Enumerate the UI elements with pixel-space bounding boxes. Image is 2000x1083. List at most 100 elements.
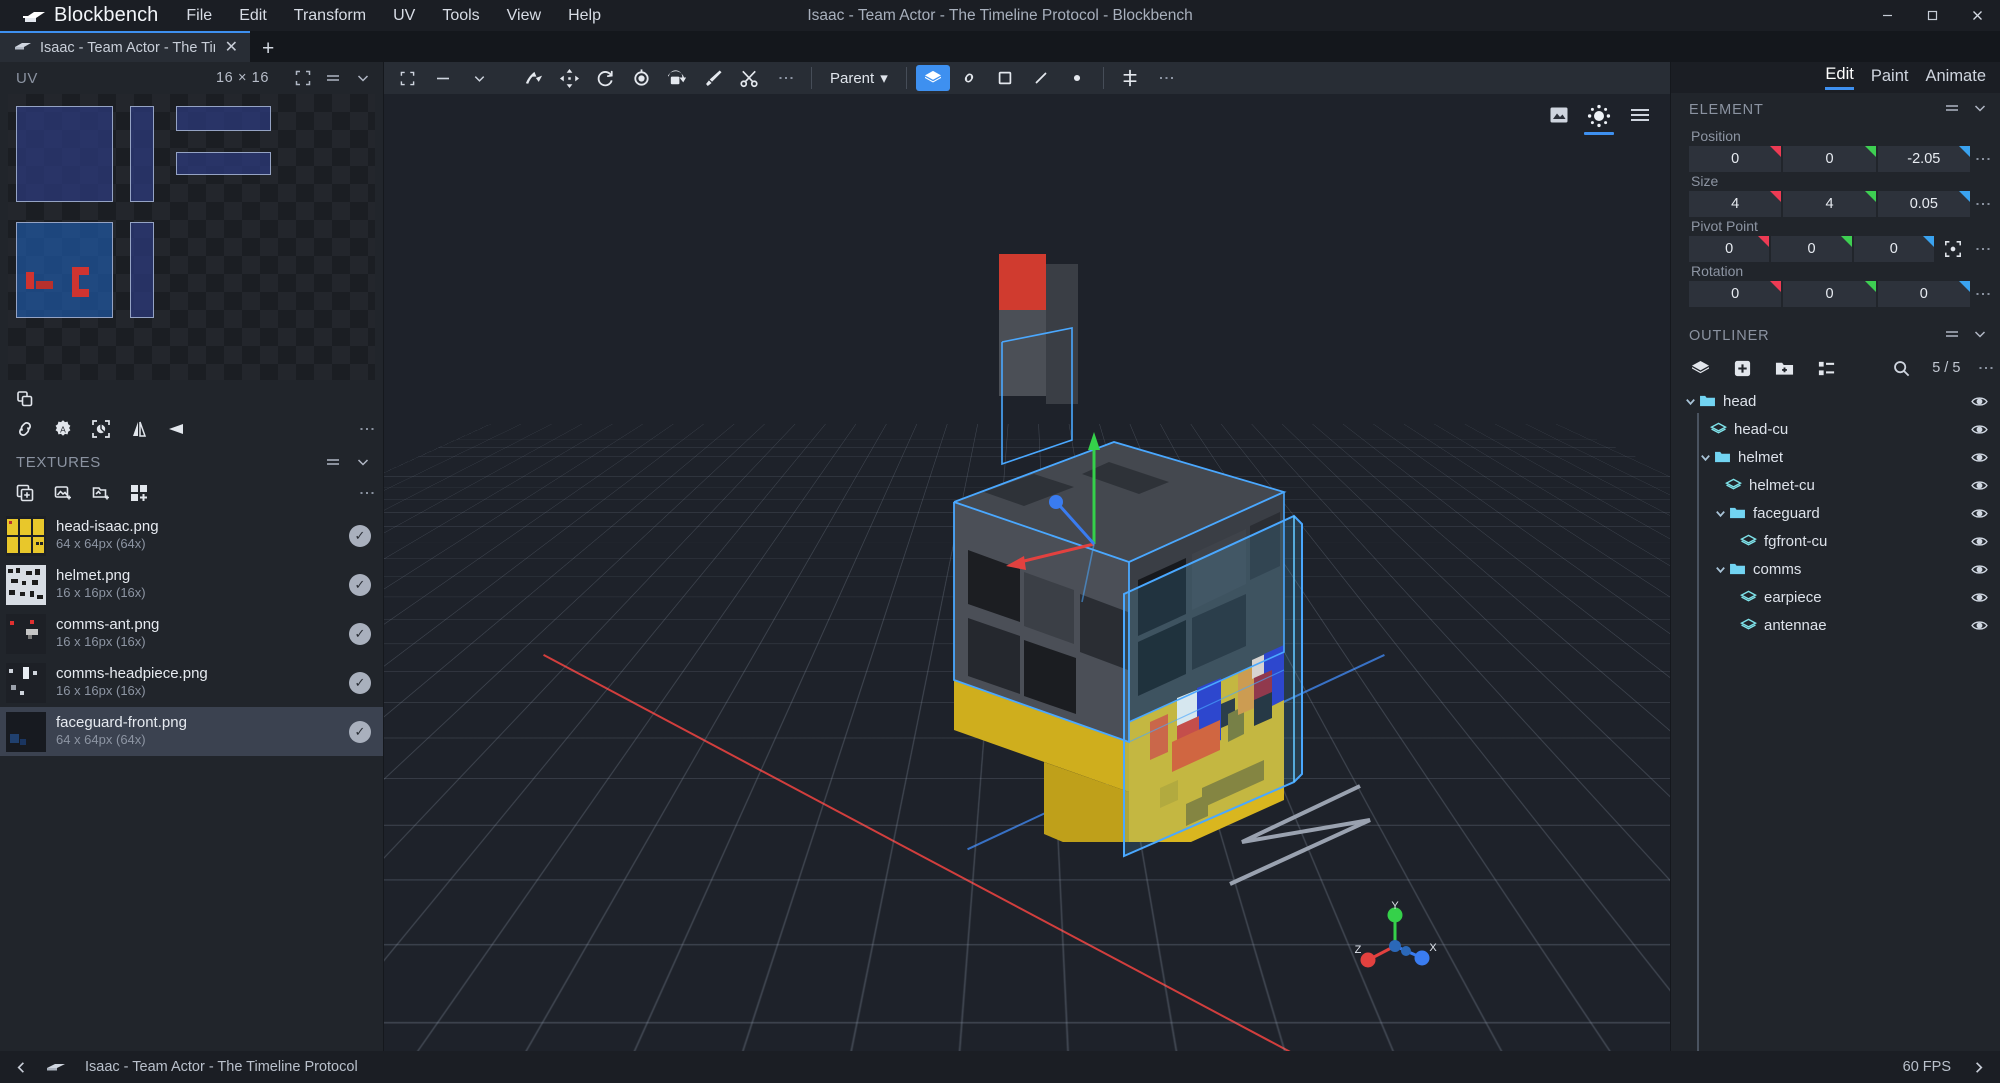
pivot-tool-icon[interactable]	[624, 65, 658, 91]
visibility-eye-icon[interactable]	[1971, 395, 1988, 408]
minimize-button[interactable]	[1865, 0, 1910, 31]
position-x-input[interactable]: 0	[1689, 146, 1782, 172]
outliner-node-earpiece[interactable]: earpiece	[1671, 583, 2000, 611]
edge-mode-icon[interactable]	[1024, 65, 1058, 91]
uv-face-rect[interactable]	[176, 106, 271, 131]
chevron-down-icon[interactable]	[355, 454, 371, 470]
brush-tool-icon[interactable]	[696, 65, 730, 91]
link-icon[interactable]	[14, 418, 36, 440]
uv-face-rect[interactable]	[16, 106, 113, 202]
swivel-tool-icon[interactable]	[660, 65, 694, 91]
outliner-node-head[interactable]: head	[1671, 387, 2000, 415]
size-x-input[interactable]: 4	[1689, 191, 1782, 217]
position-z-input[interactable]: -2.05	[1877, 146, 1970, 172]
chevron-down-icon[interactable]	[462, 65, 496, 91]
visibility-eye-icon[interactable]	[1971, 591, 1988, 604]
overflow-icon[interactable]: ⋮	[358, 485, 375, 501]
chevron-down-icon[interactable]	[1711, 507, 1729, 520]
divider-icon[interactable]	[426, 65, 460, 91]
open-folder-icon[interactable]	[90, 482, 112, 504]
orientation-gizmo[interactable]: Y X Z	[1350, 900, 1440, 991]
outliner-node-head-cu[interactable]: head-cu	[1671, 415, 2000, 443]
list-icon[interactable]	[1815, 357, 1837, 379]
position-overflow-icon[interactable]: ⋮	[1972, 151, 1992, 167]
outliner-node-antennae[interactable]: antennae	[1671, 611, 2000, 639]
visibility-eye-icon[interactable]	[1971, 451, 1988, 464]
pivot-y-input[interactable]: 0	[1771, 236, 1852, 262]
rotate-tool-icon[interactable]	[588, 65, 622, 91]
tab-animate[interactable]: Animate	[1925, 67, 1986, 89]
menu-help[interactable]: Help	[566, 4, 603, 28]
outliner-node-helmet[interactable]: helmet	[1671, 443, 2000, 471]
visibility-eye-icon[interactable]	[1971, 479, 1988, 492]
menu-transform[interactable]: Transform	[292, 4, 368, 28]
chevron-down-icon[interactable]	[1972, 100, 1988, 120]
close-button[interactable]	[1955, 0, 2000, 31]
menu-file[interactable]: File	[184, 4, 214, 28]
visibility-eye-icon[interactable]	[1971, 619, 1988, 632]
texture-list-item-selected[interactable]: faceguard-front.png 64 x 64px (64x) ✓	[0, 707, 383, 756]
rotation-z-input[interactable]: 0	[1877, 281, 1970, 307]
texture-visible-toggle[interactable]: ✓	[349, 720, 371, 743]
add-folder-icon[interactable]	[1773, 357, 1795, 379]
pivot-overflow-icon[interactable]: ⋮	[1972, 241, 1992, 257]
template-icon[interactable]	[128, 482, 150, 504]
rotation-x-input[interactable]: 0	[1689, 281, 1782, 307]
viewport-3d-canvas[interactable]: Y X Z	[384, 94, 1670, 1051]
viewport-menu-icon[interactable]	[1628, 104, 1652, 126]
face-mode-icon[interactable]	[988, 65, 1022, 91]
uv-face-rect[interactable]	[130, 106, 154, 202]
link-mode-icon[interactable]	[952, 65, 986, 91]
chevron-down-icon[interactable]	[355, 70, 371, 86]
texture-visible-toggle[interactable]: ✓	[349, 671, 371, 694]
size-y-input[interactable]: 4	[1783, 191, 1876, 217]
overflow-icon[interactable]: ⋮	[358, 421, 375, 437]
size-z-input[interactable]: 0.05	[1877, 191, 1970, 217]
resize-tool-icon[interactable]	[552, 65, 586, 91]
move-tool-icon[interactable]	[516, 65, 550, 91]
overflow-icon[interactable]: ⋮	[768, 65, 802, 91]
mirror-x-icon[interactable]	[128, 418, 150, 440]
pivot-x-input[interactable]: 0	[1689, 236, 1770, 262]
maximize-button[interactable]	[1910, 0, 1955, 31]
texture-visible-toggle[interactable]: ✓	[349, 622, 371, 645]
chevron-down-icon[interactable]	[1681, 395, 1699, 408]
fullscreen-icon[interactable]	[390, 65, 424, 91]
outliner-node-fgfront-cu[interactable]: fgfront-cu	[1671, 527, 2000, 555]
close-icon[interactable]: ✕	[223, 39, 240, 56]
select-face-icon[interactable]	[90, 418, 112, 440]
menu-icon[interactable]	[1944, 326, 1960, 346]
vertex-mode-icon[interactable]	[1060, 65, 1094, 91]
uv-face-rect[interactable]	[176, 152, 271, 175]
search-icon[interactable]	[1890, 357, 1912, 379]
chevron-left-icon[interactable]	[14, 1060, 29, 1075]
parent-select[interactable]: Parent ▾	[821, 65, 897, 91]
new-tab-button[interactable]: +	[250, 38, 286, 59]
texture-visible-toggle[interactable]: ✓	[349, 573, 371, 596]
overflow-icon[interactable]: ⋮	[1977, 360, 1994, 376]
tab-edit[interactable]: Edit	[1825, 65, 1854, 90]
project-tab[interactable]: Isaac - Team Actor - The Tim ✕	[0, 31, 250, 62]
menu-icon[interactable]	[325, 70, 341, 86]
pivot-z-input[interactable]: 0	[1853, 236, 1934, 262]
lighting-icon[interactable]	[1584, 104, 1614, 135]
center-pivot-icon[interactable]	[1936, 240, 1970, 258]
uv-face-rect[interactable]	[130, 222, 154, 318]
overflow-icon[interactable]: ⋮	[1149, 65, 1183, 91]
uv-face-rect-selected[interactable]	[16, 222, 113, 318]
texture-visible-toggle[interactable]: ✓	[349, 524, 371, 547]
add-cube-icon[interactable]	[1689, 357, 1711, 379]
outliner-tree[interactable]: head head-cu helmet helmet-cu faceguard …	[1671, 385, 2000, 1051]
texture-list-item[interactable]: comms-ant.png 16 x 16px (16x) ✓	[0, 609, 383, 658]
model-isaac-head[interactable]	[944, 204, 1564, 864]
menu-icon[interactable]	[1944, 100, 1960, 120]
visibility-eye-icon[interactable]	[1971, 423, 1988, 436]
mirror-y-icon[interactable]	[166, 418, 188, 440]
add-group-icon[interactable]	[1731, 357, 1753, 379]
rotation-overflow-icon[interactable]: ⋮	[1972, 286, 1992, 302]
outliner-node-faceguard[interactable]: faceguard	[1671, 499, 2000, 527]
visibility-eye-icon[interactable]	[1971, 507, 1988, 520]
auto-uv-icon[interactable]: A	[52, 418, 74, 440]
knife-tool-icon[interactable]	[732, 65, 766, 91]
visibility-eye-icon[interactable]	[1971, 563, 1988, 576]
